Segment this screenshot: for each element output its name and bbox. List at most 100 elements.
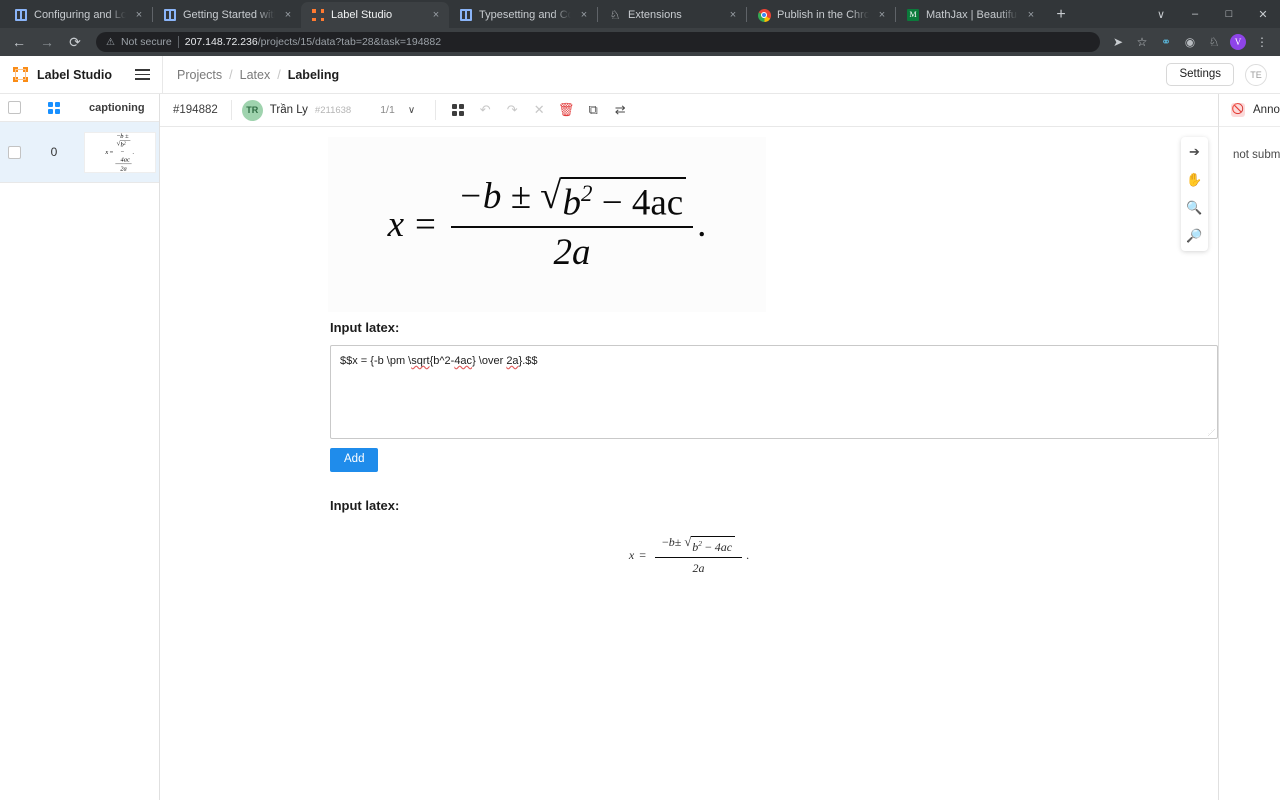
row-id: 0 — [51, 145, 58, 159]
select-all-checkbox[interactable] — [8, 101, 21, 114]
user-avatar[interactable]: TE — [1245, 64, 1267, 86]
zoom-in-icon[interactable]: 🔍 — [1184, 199, 1206, 217]
input-latex-label-1: Input latex: — [330, 320, 1218, 335]
share-icon[interactable]: ➤ — [1108, 32, 1128, 52]
close-icon[interactable]: × — [577, 8, 591, 22]
close-icon[interactable]: × — [281, 8, 295, 22]
breadcrumb: Projects / Latex / Labeling — [163, 68, 339, 82]
puzzle-icon[interactable]: ♘ — [1204, 32, 1224, 52]
annotation-toolbar: #194882 TR Trần Ly #211638 1/1 ∨ ↶ ↷ ✕ 🗑… — [160, 94, 1218, 127]
grid-icon[interactable] — [446, 98, 470, 122]
window-controls: ∨ – □ ✕ — [1144, 0, 1280, 28]
browser-tab-3[interactable]: Typesetting and Converti × — [449, 2, 597, 28]
tab-title: Publish in the Chrome We — [777, 9, 869, 21]
task-image[interactable]: x = −b ± √ b2 − 4ac 2a — [328, 137, 766, 312]
extension-target-icon[interactable]: ◉ — [1180, 32, 1200, 52]
close-icon[interactable]: × — [1024, 8, 1038, 22]
forward-button[interactable]: → — [34, 30, 60, 54]
app-body: captioning i 0 x = — [0, 94, 1280, 800]
formula-numerator: −b ± √ b2 − 4ac — [451, 175, 693, 226]
app-logo-group[interactable]: Label Studio — [0, 67, 122, 82]
work-area: x = −b ± √ b2 − 4ac 2a — [160, 127, 1218, 800]
hand-icon[interactable]: ✋ — [1184, 171, 1206, 189]
formula-sqrt: √ b2 − 4ac — [540, 177, 686, 224]
annotator-name: Trần Ly — [270, 104, 308, 116]
close-icon[interactable]: × — [726, 8, 740, 22]
blocked-icon: 🚫 — [1231, 103, 1245, 117]
browser-menu-icon[interactable]: ⋮ — [1252, 32, 1272, 52]
select-all-checkbox-cell[interactable] — [0, 101, 29, 114]
browser-tab-0[interactable]: Configuring and Loading × — [4, 2, 152, 28]
radicand-base: b — [562, 182, 581, 223]
avatar-initial: V — [1230, 34, 1246, 50]
close-icon[interactable]: × — [132, 8, 146, 22]
close-window-button[interactable]: ✕ — [1246, 0, 1280, 28]
latex-input-value: $$x = {-b \pm \sqrt{b^2-4ac} \over 2a}.$… — [340, 355, 538, 367]
puzzle-icon: ♘ — [608, 8, 622, 22]
preview-fraction: −b± √b2 − 4ac 2a — [655, 535, 742, 576]
radicand-rest: − 4ac — [602, 182, 683, 223]
chevron-down-icon[interactable]: ∨ — [1144, 0, 1178, 28]
annotation-selector[interactable]: TR Trần Ly #211638 1/1 ∨ — [232, 100, 435, 121]
breadcrumb-labeling: Labeling — [288, 68, 339, 82]
header-actions: Settings TE — [1166, 63, 1280, 87]
annotator-id: #211638 — [315, 105, 351, 116]
close-icon[interactable]: × — [429, 8, 443, 22]
tab-title: MathJax | Beautiful math i — [926, 9, 1018, 21]
column-header-captioning[interactable]: captioning — [79, 102, 145, 114]
add-button[interactable]: Add — [330, 448, 378, 472]
label-studio-logo-icon — [13, 67, 28, 82]
menu-icon[interactable] — [122, 56, 162, 94]
extension-blue-icon[interactable]: ⚭ — [1156, 32, 1176, 52]
clear-icon[interactable]: ✕ — [527, 98, 551, 122]
formula-trailing-period: . — [697, 203, 706, 246]
copy-icon[interactable]: ⧉ — [581, 98, 605, 122]
bookmark-star-icon[interactable]: ☆ — [1132, 32, 1152, 52]
preview-numerator: −b± √b2 − 4ac — [655, 535, 742, 557]
avatar[interactable]: V — [1228, 32, 1248, 52]
input-latex-label-2: Input latex: — [330, 498, 1218, 513]
column-header-next[interactable]: i — [145, 102, 159, 114]
table-row[interactable]: 0 x = −b ± √b2 − 4ac 2a — [0, 122, 159, 183]
breadcrumb-latex[interactable]: Latex — [240, 68, 271, 82]
id-column-header[interactable] — [29, 102, 79, 114]
delete-icon[interactable]: 🗑 — [554, 98, 578, 122]
row-checkbox-cell[interactable] — [0, 146, 29, 159]
back-button[interactable]: ← — [6, 30, 32, 54]
annotator-avatar: TR — [242, 100, 263, 121]
annotation-notes: not submitted draft — [1219, 127, 1280, 163]
redo-icon[interactable]: ↷ — [500, 98, 524, 122]
draft-note: not submitted draft — [1233, 149, 1280, 161]
preview-variable: x — [629, 548, 634, 563]
browser-tab-6[interactable]: M MathJax | Beautiful math i × — [896, 2, 1044, 28]
latex-input[interactable]: $$x = {-b \pm \sqrt{b^2-4ac} \over 2a}.$… — [330, 345, 1218, 439]
formula-fraction: −b ± √ b2 − 4ac 2a — [451, 175, 693, 274]
row-checkbox[interactable] — [8, 146, 21, 159]
close-icon[interactable]: × — [875, 8, 889, 22]
reload-button[interactable]: ⟳ — [62, 30, 88, 54]
settings-button[interactable]: Settings — [1166, 63, 1234, 87]
address-bar[interactable]: ⚠ Not secure 207.148.72.236/projects/15/… — [96, 32, 1100, 52]
chevron-down-icon[interactable]: ∨ — [408, 105, 415, 116]
undo-icon[interactable]: ↶ — [473, 98, 497, 122]
row-thumbnail[interactable]: x = −b ± √b2 − 4ac 2a . — [84, 132, 156, 173]
annotation-tools: ↶ ↷ ✕ 🗑 ⧉ ⇄ — [436, 98, 632, 122]
maximize-button[interactable]: □ — [1212, 0, 1246, 28]
browser-tab-1[interactable]: Getting Started with Math × — [153, 2, 301, 28]
formula-denominator: 2a — [451, 226, 693, 274]
browser-tab-2-active[interactable]: Label Studio × — [301, 2, 449, 28]
label-studio-icon — [311, 8, 325, 22]
swap-icon[interactable]: ⇄ — [608, 98, 632, 122]
zoom-out-icon[interactable]: 🔎 — [1184, 227, 1206, 245]
url-text: 207.148.72.236/projects/15/data?tab=28&t… — [185, 36, 441, 48]
breadcrumb-projects[interactable]: Projects — [177, 68, 222, 82]
extension-icons: ➤ ☆ ⚭ ◉ ♘ V ⋮ — [1108, 32, 1274, 52]
quadratic-formula-image: x = −b ± √ b2 − 4ac 2a — [388, 175, 707, 274]
chrome-icon — [757, 8, 771, 22]
browser-tab-5[interactable]: Publish in the Chrome We × — [747, 2, 895, 28]
new-tab-button[interactable]: + — [1048, 2, 1074, 28]
cursor-icon[interactable]: ➔ — [1184, 143, 1206, 161]
minimize-button[interactable]: – — [1178, 0, 1212, 28]
browser-tab-4[interactable]: ♘ Extensions × — [598, 2, 746, 28]
mathjax-icon: M — [906, 8, 920, 22]
